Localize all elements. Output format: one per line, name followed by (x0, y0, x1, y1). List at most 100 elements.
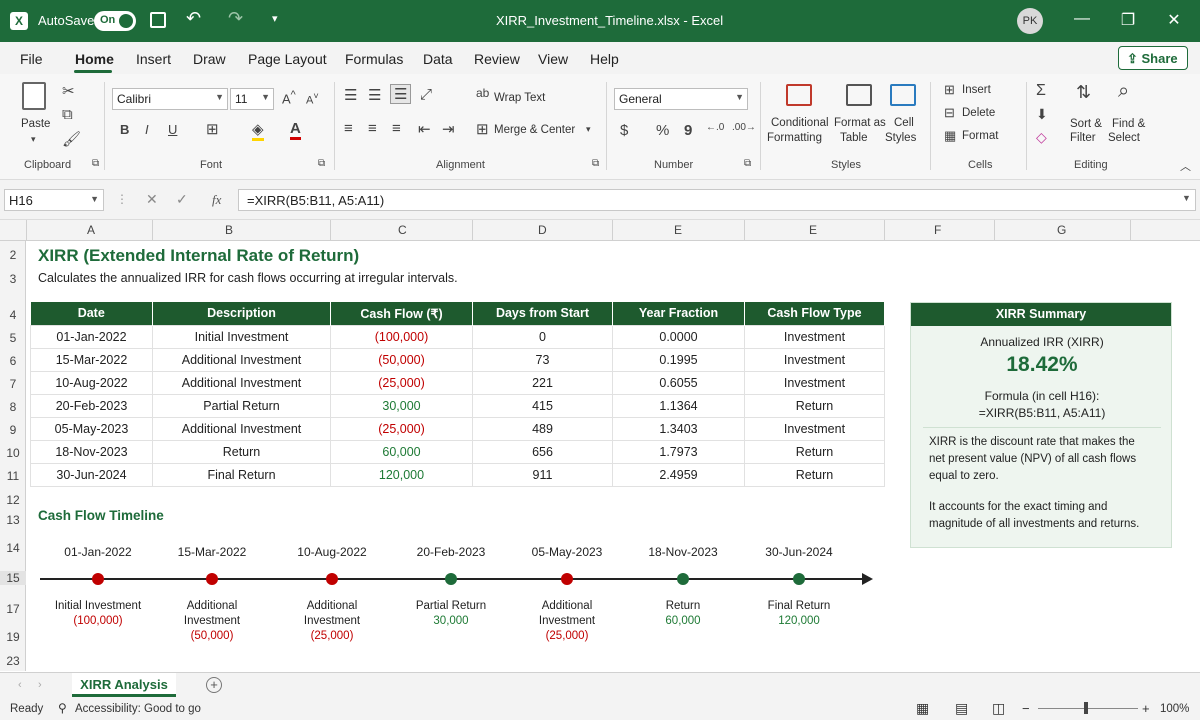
table-header-type[interactable]: Cash Flow Type (744, 302, 885, 325)
irr-value[interactable]: 18.42% (911, 353, 1173, 377)
row-header[interactable]: 14 (0, 541, 26, 555)
cell-cash-flow[interactable]: (25,000) (330, 370, 473, 395)
enter-icon[interactable]: ✓ (176, 191, 188, 208)
format-cells-icon[interactable]: ▦ (944, 128, 956, 144)
table-header-days[interactable]: Days from Start (472, 302, 613, 325)
paste-icon[interactable] (22, 82, 46, 110)
find-select-button[interactable]: Find & (1112, 118, 1145, 130)
row-header[interactable]: 23 (0, 654, 26, 668)
cell-cash-flow[interactable]: (100,000) (330, 324, 473, 349)
cell-days[interactable]: 415 (472, 393, 613, 418)
conditional-formatting-button-line2[interactable]: Formatting (767, 132, 822, 144)
bold-button[interactable]: B (120, 122, 129, 137)
number-launcher-icon[interactable]: ⧉ (744, 158, 751, 169)
copy-icon[interactable]: ⧉ (62, 106, 73, 123)
sort-filter-button[interactable]: Sort & (1070, 118, 1102, 130)
italic-button[interactable]: I (145, 122, 149, 137)
align-top-icon[interactable]: ☰ (344, 86, 357, 104)
shrink-font-icon[interactable]: A˅ (306, 91, 319, 107)
row-header[interactable]: 2 (0, 248, 26, 262)
zoom-out-button[interactable]: − (1022, 701, 1030, 716)
row-header[interactable]: 4 (0, 308, 26, 322)
menu-review[interactable]: Review (474, 51, 520, 67)
conditional-formatting-icon[interactable] (786, 84, 812, 106)
share-button[interactable]: ⇪ Share (1118, 46, 1188, 70)
customize-qat-icon[interactable]: ▾ (272, 12, 278, 25)
column-header-e2[interactable]: E (809, 223, 817, 237)
cell-year-fraction[interactable]: 1.1364 (612, 393, 745, 418)
menu-data[interactable]: Data (423, 51, 453, 67)
cancel-icon[interactable]: ✕ (146, 191, 158, 208)
menu-help[interactable]: Help (590, 51, 619, 67)
cell-year-fraction[interactable]: 2.4959 (612, 462, 745, 487)
increase-decimal-icon[interactable]: ←.0 (706, 122, 724, 133)
align-center-icon[interactable]: ≡ (368, 120, 377, 137)
cell-description[interactable]: Return (152, 439, 331, 464)
row-header[interactable]: 8 (0, 400, 26, 414)
cell-styles-icon[interactable] (890, 84, 916, 106)
cell-cash-flow[interactable]: 30,000 (330, 393, 473, 418)
cell-date[interactable]: 05-May-2023 (30, 416, 153, 441)
row-header[interactable]: 11 (0, 469, 26, 483)
column-header-d[interactable]: D (538, 223, 547, 237)
cell-days[interactable]: 489 (472, 416, 613, 441)
menu-file[interactable]: File (20, 51, 43, 67)
table-header-date[interactable]: Date (30, 302, 153, 325)
menu-draw[interactable]: Draw (193, 51, 226, 67)
cell-year-fraction[interactable]: 1.3403 (612, 416, 745, 441)
font-size-select[interactable]: 11 ▼ (230, 88, 274, 110)
align-middle-icon[interactable]: ☰ (368, 86, 381, 104)
percent-button[interactable]: % (656, 122, 669, 139)
redo-icon[interactable]: ↷ (228, 8, 243, 29)
minimize-icon[interactable]: — (1070, 10, 1094, 32)
menu-insert[interactable]: Insert (136, 51, 171, 67)
clear-icon[interactable]: ◇ (1036, 129, 1047, 146)
prev-sheet-icon[interactable]: ‹ (18, 679, 22, 691)
conditional-formatting-button[interactable]: Conditional (771, 117, 829, 129)
fill-icon[interactable]: ⬇ (1036, 106, 1048, 123)
cell-description[interactable]: Additional Investment (152, 416, 331, 441)
align-bottom-icon[interactable]: ☰ (390, 84, 412, 104)
format-as-table-button[interactable]: Format as (834, 117, 886, 129)
cell-date[interactable]: 10-Aug-2022 (30, 370, 153, 395)
cell-date[interactable]: 18-Nov-2023 (30, 439, 153, 464)
format-as-table-icon[interactable] (846, 84, 872, 106)
borders-icon[interactable]: ⊞ (206, 120, 219, 138)
page-break-view-icon[interactable]: ◫ (992, 700, 1005, 717)
align-right-icon[interactable]: ≡ (392, 120, 401, 137)
merge-center-button[interactable]: Merge & Center (494, 124, 575, 136)
row-header[interactable]: 17 (0, 602, 26, 616)
delete-cells-button[interactable]: Delete (962, 107, 995, 119)
font-launcher-icon[interactable]: ⧉ (318, 158, 325, 169)
find-select-button-line2[interactable]: Select (1108, 132, 1140, 144)
column-header-f[interactable]: F (934, 223, 941, 237)
zoom-in-button[interactable]: + (1142, 701, 1150, 716)
cell-date[interactable]: 20-Feb-2023 (30, 393, 153, 418)
zoom-slider-thumb[interactable] (1084, 702, 1088, 714)
page-layout-view-icon[interactable]: ▤ (955, 700, 968, 717)
table-header-description[interactable]: Description (152, 302, 331, 325)
collapse-ribbon-icon[interactable]: ︿ (1180, 158, 1191, 174)
cell-description[interactable]: Additional Investment (152, 347, 331, 372)
cut-icon[interactable]: ✂ (62, 82, 75, 100)
row-header[interactable]: 19 (0, 630, 26, 644)
cell-type[interactable]: Investment (744, 347, 885, 372)
align-left-icon[interactable]: ≡ (344, 120, 353, 137)
expand-formula-icon[interactable]: ▼ (1182, 193, 1191, 203)
merge-center-icon[interactable]: ⊞ (476, 120, 489, 138)
next-sheet-icon[interactable]: › (38, 679, 42, 691)
row-header[interactable]: 13 (0, 513, 26, 527)
menu-home[interactable]: Home (75, 51, 114, 67)
cell-days[interactable]: 221 (472, 370, 613, 395)
underline-button[interactable]: U (168, 122, 177, 137)
name-box[interactable]: H16 ▼ (4, 189, 104, 211)
save-icon[interactable] (150, 12, 166, 28)
cell-year-fraction[interactable]: 0.1995 (612, 347, 745, 372)
insert-function-icon[interactable]: fx (212, 192, 221, 208)
avatar[interactable]: PK (1017, 8, 1043, 34)
insert-cells-icon[interactable]: ⊞ (944, 82, 955, 98)
column-header-a[interactable]: A (87, 223, 95, 237)
column-header-b[interactable]: B (225, 223, 233, 237)
paste-button[interactable]: Paste (21, 118, 50, 130)
currency-button[interactable]: $ (620, 122, 628, 139)
